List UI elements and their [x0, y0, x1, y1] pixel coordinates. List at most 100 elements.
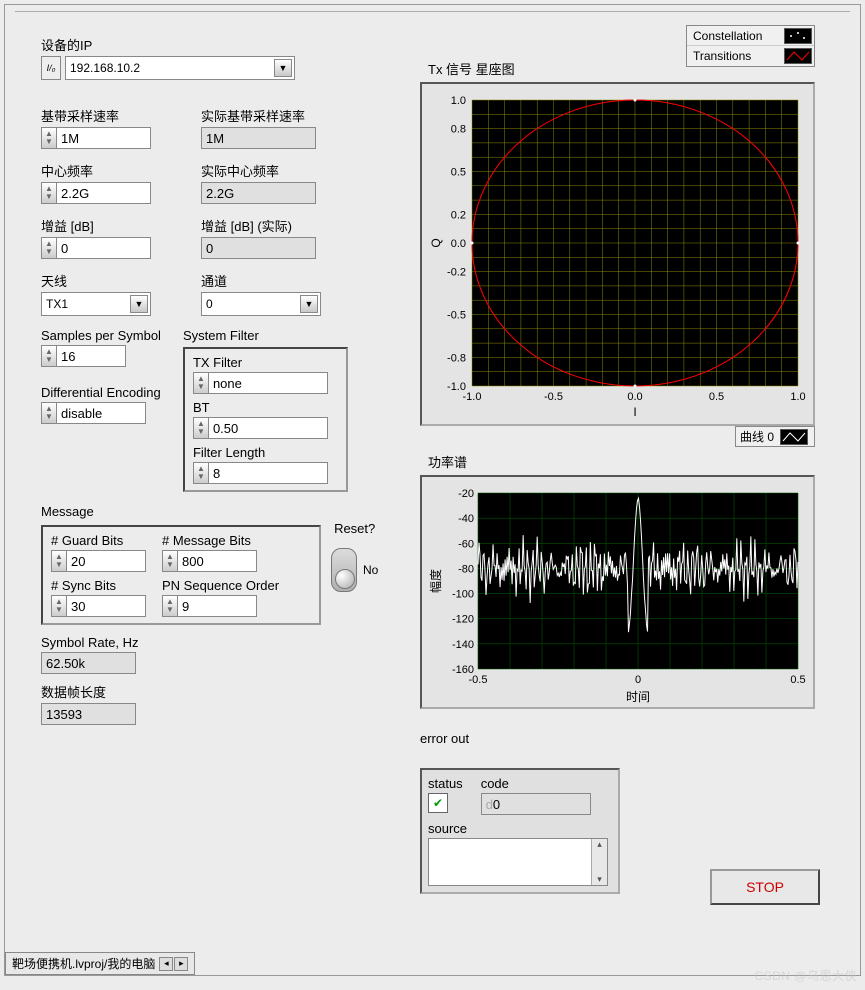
line-icon — [784, 48, 812, 64]
tx-filter-label: TX Filter — [193, 355, 338, 370]
svg-text:0.5: 0.5 — [709, 391, 724, 403]
baseband-rate-input[interactable] — [56, 127, 151, 149]
message-label: Message — [41, 504, 401, 519]
antenna-select[interactable]: TX1 ▼ — [41, 292, 151, 316]
gain-input[interactable] — [56, 237, 151, 259]
constellation-legend: Constellation Transitions — [686, 25, 815, 67]
svg-text:0.8: 0.8 — [451, 124, 466, 136]
svg-text:-0.5: -0.5 — [447, 310, 466, 322]
power-legend-label: 曲线 0 — [740, 428, 774, 445]
svg-text:-0.2: -0.2 — [447, 267, 466, 279]
filter-length-input[interactable] — [208, 462, 328, 484]
spin-arrows[interactable]: ▲▼ — [41, 345, 56, 367]
filter-length-label: Filter Length — [193, 445, 338, 460]
antenna-value: TX1 — [46, 297, 68, 311]
message-bits-input[interactable] — [177, 550, 257, 572]
gain-actual-label: 增益 [dB] (实际) — [201, 216, 316, 235]
power-chart: -0.500.5-20-40-60-80-100-120-140-160时间幅度 — [420, 475, 815, 709]
chevron-down-icon[interactable]: ▼ — [130, 295, 148, 313]
scrollbar[interactable]: ▴▾ — [591, 839, 607, 885]
message-bits-label: # Message Bits — [162, 533, 257, 548]
svg-text:1.0: 1.0 — [790, 391, 805, 403]
status-label: status — [428, 776, 463, 791]
svg-text:幅度: 幅度 — [428, 569, 443, 593]
ip-select[interactable]: 192.168.10.2 ▼ — [65, 56, 295, 80]
source-text[interactable]: ▴▾ — [428, 838, 608, 886]
spin-arrows[interactable]: ▲▼ — [193, 372, 208, 394]
frame-len-value: 13593 — [41, 703, 136, 725]
spin-arrows[interactable]: ▲▼ — [162, 550, 177, 572]
spin-arrows[interactable]: ▲▼ — [193, 462, 208, 484]
svg-text:-20: -20 — [458, 488, 474, 500]
channel-select[interactable]: 0 ▼ — [201, 292, 321, 316]
spin-arrows[interactable]: ▲▼ — [193, 417, 208, 439]
frame-len-label: 数据帧长度 — [41, 682, 401, 701]
diff-enc-input[interactable] — [56, 402, 146, 424]
channel-label: 通道 — [201, 271, 321, 290]
chevron-down-icon[interactable]: ▼ — [274, 59, 292, 77]
tx-filter-input[interactable] — [208, 372, 328, 394]
baseband-rate-actual: 1M — [201, 127, 316, 149]
symbol-rate-value: 62.50k — [41, 652, 136, 674]
svg-text:1.0: 1.0 — [451, 95, 466, 107]
diff-enc-label: Differential Encoding — [41, 385, 161, 400]
symbol-rate-label: Symbol Rate, Hz — [41, 635, 401, 650]
spin-arrows[interactable]: ▲▼ — [41, 402, 56, 424]
guard-bits-input[interactable] — [66, 550, 146, 572]
svg-text:时间: 时间 — [626, 690, 650, 703]
gain-label: 增益 [dB] — [41, 216, 151, 235]
spin-arrows[interactable]: ▲▼ — [41, 182, 56, 204]
project-tab[interactable]: 靶场便携机.lvproj/我的电脑 ◂ ▸ — [5, 952, 195, 975]
ip-label: 设备的IP — [41, 35, 401, 54]
center-freq-label: 中心频率 — [41, 161, 151, 180]
spin-arrows[interactable]: ▲▼ — [51, 595, 66, 617]
svg-text:-100: -100 — [452, 589, 474, 601]
bt-input[interactable] — [208, 417, 328, 439]
scroll-right-icon[interactable]: ▸ — [174, 957, 188, 971]
bt-label: BT — [193, 400, 338, 415]
error-cluster: status ✔ code d0 source ▴▾ — [420, 768, 620, 894]
center-freq-actual: 2.2G — [201, 182, 316, 204]
stop-button[interactable]: STOP — [710, 869, 820, 905]
line-icon — [780, 429, 808, 445]
sync-bits-input[interactable] — [66, 595, 146, 617]
system-filter-label: System Filter — [183, 328, 348, 343]
chevron-down-icon[interactable]: ▼ — [300, 295, 318, 313]
svg-text:-120: -120 — [452, 614, 474, 626]
baseband-rate-label: 基带采样速率 — [41, 106, 151, 125]
svg-text:0: 0 — [635, 674, 641, 686]
center-freq-actual-label: 实际中心频率 — [201, 161, 316, 180]
svg-text:-140: -140 — [452, 639, 474, 651]
svg-text:Q: Q — [429, 238, 443, 247]
spin-arrows[interactable]: ▲▼ — [41, 127, 56, 149]
svg-text:-80: -80 — [458, 563, 474, 575]
sps-input[interactable] — [56, 345, 126, 367]
scroll-left-icon[interactable]: ◂ — [159, 957, 173, 971]
reset-toggle[interactable] — [331, 548, 357, 592]
svg-text:0.0: 0.0 — [627, 391, 642, 403]
code-value: d0 — [481, 793, 591, 815]
sps-label: Samples per Symbol — [41, 328, 161, 343]
power-legend: 曲线 0 — [735, 426, 815, 447]
center-freq-input[interactable] — [56, 182, 151, 204]
spin-arrows[interactable]: ▲▼ — [41, 237, 56, 259]
watermark: CSDN @乌恩大侠 — [754, 967, 857, 984]
reset-label: Reset? — [331, 521, 378, 536]
gain-actual: 0 — [201, 237, 316, 259]
legend-constellation: Constellation — [687, 29, 782, 43]
points-icon — [784, 28, 812, 44]
footer-text: 靶场便携机.lvproj/我的电脑 — [12, 955, 155, 972]
channel-value: 0 — [206, 297, 213, 311]
svg-text:0.5: 0.5 — [451, 167, 466, 179]
pn-order-input[interactable] — [177, 595, 257, 617]
svg-text:0.0: 0.0 — [451, 238, 466, 250]
legend-transitions: Transitions — [687, 49, 782, 63]
constellation-chart: -1.0-0.50.00.51.0-1.0-0.8-0.5-0.20.00.20… — [420, 82, 815, 426]
spin-arrows[interactable]: ▲▼ — [162, 595, 177, 617]
source-label: source — [428, 821, 612, 836]
io-icon: I/₀ — [41, 56, 61, 80]
power-title: 功率谱 — [428, 452, 815, 471]
sync-bits-label: # Sync Bits — [51, 578, 146, 593]
spin-arrows[interactable]: ▲▼ — [51, 550, 66, 572]
pn-order-label: PN Sequence Order — [162, 578, 279, 593]
